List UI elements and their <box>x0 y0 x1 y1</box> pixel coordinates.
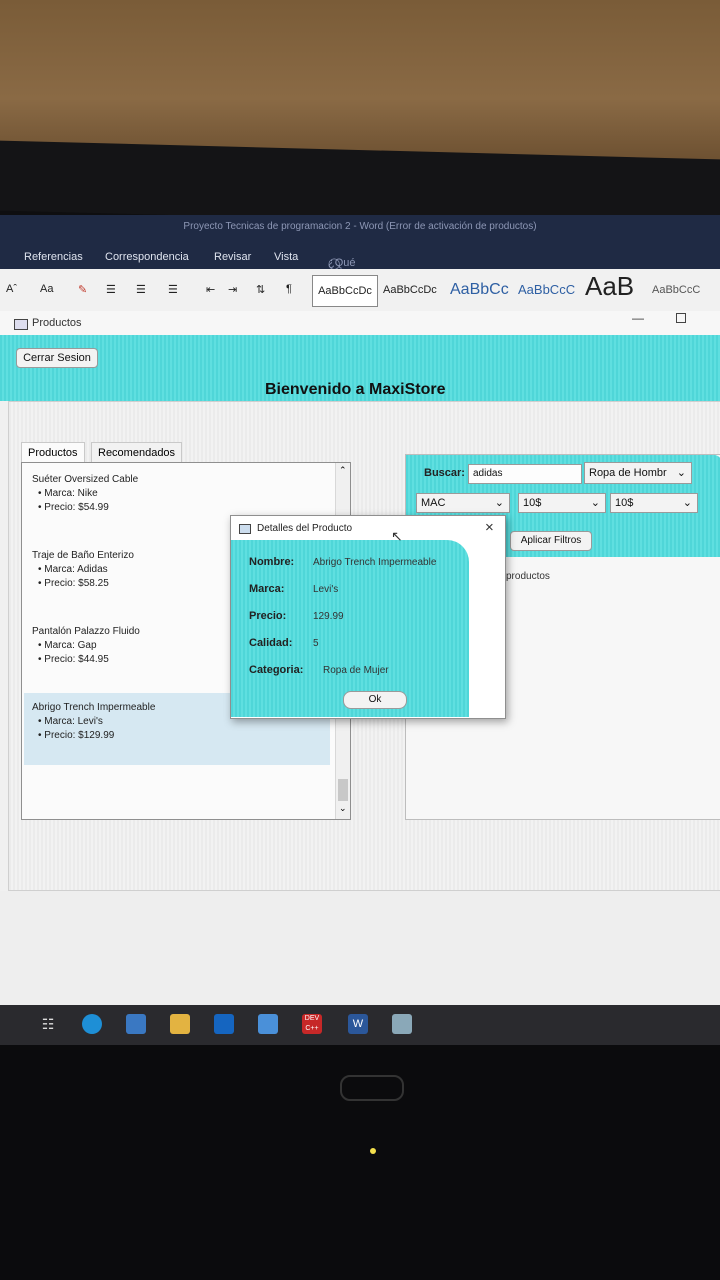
brand-select[interactable]: MAC ⌄ <box>416 493 510 513</box>
price-min-select[interactable]: 10$ ⌄ <box>518 493 606 513</box>
monitor-bottom-bezel <box>0 1045 720 1280</box>
dev-cpp-icon[interactable]: DEV C++ <box>302 1014 322 1034</box>
bullets-icon[interactable]: ☰ <box>106 283 116 296</box>
increase-indent-icon[interactable]: ⇥ <box>228 283 237 296</box>
style-subtitle-label: AaBbCcC <box>652 284 701 296</box>
list-item[interactable]: Suéter Oversized Cable • Marca: Nike • P… <box>32 473 342 515</box>
category-label: Categoria: <box>249 664 304 676</box>
style-no-spacing-label: AaBbCcDc <box>383 284 437 296</box>
store-icon[interactable] <box>126 1014 146 1034</box>
window-icon <box>14 319 28 330</box>
word-icon[interactable]: W <box>348 1014 368 1034</box>
product-name: Suéter Oversized Cable <box>32 474 139 485</box>
style-heading1-label: AaBbCc <box>450 281 509 298</box>
style-normal-label: AaBbCcDc <box>318 285 372 297</box>
style-no-spacing[interactable]: AaBbCcDc <box>383 275 437 305</box>
app-header: Cerrar Sesion Bienvenido a MaxiStore <box>0 335 720 401</box>
windows-taskbar: ☷ DEV C++ W <box>0 1005 720 1045</box>
change-case-button[interactable]: Aa <box>40 283 53 295</box>
chevron-down-icon: ⌄ <box>590 497 600 509</box>
style-normal[interactable]: AaBbCcDc <box>312 275 378 307</box>
search-input[interactable]: adidas <box>468 464 582 484</box>
dialog-title-bar: Detalles del Producto × <box>231 516 505 540</box>
style-heading2[interactable]: AaBbCcC <box>518 275 575 305</box>
product-price: • Precio: $129.99 <box>38 730 115 741</box>
background-wall <box>0 0 720 165</box>
brand-value: Levi's <box>313 584 339 595</box>
dev-cpp-label: DEV C++ <box>304 1015 320 1032</box>
pilcrow-icon[interactable]: ¶ <box>286 283 292 295</box>
dialog-title: Detalles del Producto <box>257 523 353 534</box>
dialog-window-icon <box>239 524 251 534</box>
results-label: productos <box>506 571 550 582</box>
multilevel-list-icon[interactable]: ☰ <box>168 283 178 296</box>
word-ribbon: Aˆ Aa ✎ ☰ ☰ ☰ ⇤ ⇥ ⇅ ¶ AaBbCcDc AaBbCcDc … <box>0 269 720 312</box>
word-title: Proyecto Tecnicas de programacion 2 - Wo… <box>183 221 537 232</box>
style-heading1[interactable]: AaBbCc <box>450 275 509 305</box>
scroll-up-icon[interactable]: ⌃ <box>339 465 347 476</box>
word-icon-label: W <box>352 1018 364 1030</box>
window-title: Productos <box>32 317 82 329</box>
search-input-value: adidas <box>473 468 503 479</box>
price-value: 129.99 <box>313 611 344 622</box>
outlook-icon[interactable] <box>214 1014 234 1034</box>
brand-logo <box>340 1075 404 1101</box>
tab-correspondencia[interactable]: Correspondencia <box>105 251 189 263</box>
tab-vista[interactable]: Vista <box>274 251 298 263</box>
price-max-value: 10$ <box>615 497 634 509</box>
tab-productos[interactable]: Productos <box>21 442 85 463</box>
category-select[interactable]: Ropa de Hombr ⌄ <box>584 462 692 484</box>
decrease-indent-icon[interactable]: ⇤ <box>206 283 215 296</box>
java-app-icon[interactable] <box>392 1014 412 1034</box>
quality-value: 5 <box>313 638 319 649</box>
style-title-label: AaB <box>585 271 635 301</box>
file-explorer-icon[interactable] <box>170 1014 190 1034</box>
tab-referencias[interactable]: Referencias <box>24 251 83 263</box>
word-title-bar: Proyecto Tecnicas de programacion 2 - Wo… <box>0 215 720 245</box>
dialog-body: Nombre: Abrigo Trench Impermeable Marca:… <box>231 540 469 717</box>
welcome-heading: Bienvenido a MaxiStore <box>265 381 446 398</box>
close-icon[interactable]: × <box>485 519 494 536</box>
scroll-thumb[interactable] <box>338 779 348 801</box>
style-subtitle[interactable]: AaBbCcC <box>652 275 700 305</box>
price-label: Precio: <box>249 610 287 622</box>
price-min-value: 10$ <box>523 497 542 509</box>
category-select-value: Ropa de Hombr <box>589 467 667 479</box>
name-value: Abrigo Trench Impermeable <box>313 557 437 568</box>
search-label: Buscar: <box>424 467 465 479</box>
ok-button[interactable]: Ok <box>343 691 407 709</box>
chevron-down-icon: ⌄ <box>494 497 504 509</box>
style-title[interactable]: AaB <box>585 273 634 303</box>
maximize-icon[interactable] <box>676 313 686 323</box>
app-icon[interactable] <box>258 1014 278 1034</box>
numbering-icon[interactable]: ☰ <box>136 283 146 296</box>
edge-icon[interactable] <box>82 1014 102 1034</box>
name-label: Nombre: <box>249 556 295 568</box>
chevron-down-icon: ⌄ <box>676 467 686 479</box>
font-grow-icon[interactable]: Aˆ <box>6 283 17 295</box>
price-max-select[interactable]: 10$ ⌄ <box>610 493 698 513</box>
category-value: Ropa de Mujer <box>323 665 389 676</box>
quality-label: Calidad: <box>249 637 293 649</box>
mouse-cursor-icon: ↖ <box>391 528 403 544</box>
brand-select-value: MAC <box>421 497 446 509</box>
style-heading2-label: AaBbCcC <box>518 282 576 297</box>
minimize-icon[interactable]: — <box>632 311 644 325</box>
brand-label: Marca: <box>249 583 285 595</box>
highlight-icon[interactable]: ✎ <box>78 283 87 296</box>
logout-button[interactable]: Cerrar Sesion <box>16 348 98 368</box>
power-led <box>370 1148 376 1154</box>
chevron-down-icon: ⌄ <box>682 497 692 509</box>
tab-recomendados[interactable]: Recomendados <box>91 442 183 463</box>
scroll-down-icon[interactable]: ⌄ <box>339 803 347 814</box>
app-title-bar: Productos — <box>0 311 720 337</box>
product-price: • Precio: $54.99 <box>38 502 109 513</box>
tab-revisar[interactable]: Revisar <box>214 251 251 263</box>
task-view-icon[interactable]: ☷ <box>38 1014 58 1034</box>
sort-icon[interactable]: ⇅ <box>256 283 265 296</box>
word-ribbon-tabs: Referencias Correspondencia Revisar Vist… <box>0 245 720 293</box>
apply-filters-button[interactable]: Aplicar Filtros <box>510 531 592 551</box>
product-details-dialog: Detalles del Producto × Nombre: Abrigo T… <box>230 515 506 719</box>
product-brand: • Marca: Nike <box>38 488 98 499</box>
